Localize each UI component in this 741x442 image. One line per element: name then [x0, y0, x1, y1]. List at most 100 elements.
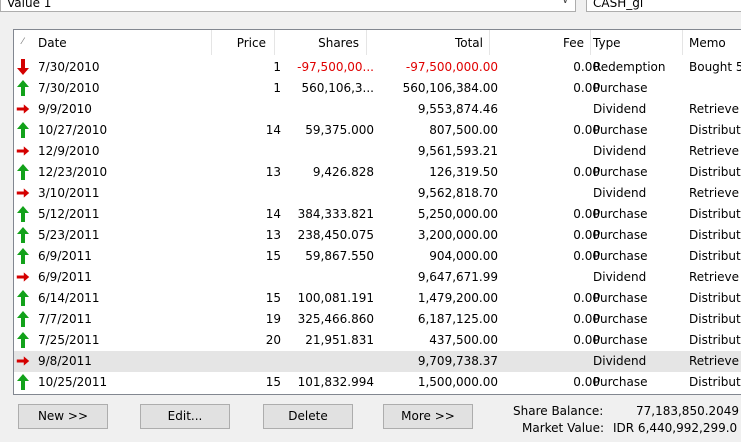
cell-type: Dividend [593, 102, 647, 116]
cell-type: Purchase [593, 375, 648, 389]
table-header: ⁄ Date Price Shares Total Fee Type Memo [14, 30, 741, 55]
cell-price: 14 [265, 123, 281, 137]
column-divider[interactable] [489, 30, 490, 55]
col-memo[interactable]: Memo [689, 36, 726, 50]
cell-type: Purchase [593, 228, 648, 242]
cell-price: 15 [265, 291, 281, 305]
cell-date: 5/23/2011 [38, 228, 100, 242]
column-divider[interactable] [274, 30, 275, 55]
col-total[interactable]: Total [455, 36, 483, 50]
cell-shares: 325,466.860 [297, 312, 374, 326]
cell-total: 9,562,818.70 [417, 186, 498, 200]
cell-total: 126,319.50 [429, 165, 498, 179]
cell-date: 5/12/2011 [38, 207, 100, 221]
cell-date: 12/23/2010 [38, 165, 108, 179]
cell-total: 9,553,874.46 [417, 102, 498, 116]
column-divider[interactable] [211, 30, 212, 55]
market-value-label: Market Value: [522, 421, 605, 435]
cell-type: Purchase [593, 249, 648, 263]
table-row[interactable]: 6/9/2011 15 59,867.550 904,000.00 0.00 Purcha… [14, 246, 741, 267]
cell-shares: 238,450.075 [297, 228, 374, 242]
cell-total: 1,500,000.00 [417, 375, 498, 389]
column-divider[interactable] [682, 30, 683, 55]
cell-price: 20 [265, 333, 281, 347]
cell-total: 560,106,384.00 [402, 81, 498, 95]
cell-type: Purchase [593, 165, 648, 179]
cell-shares: 59,867.550 [305, 249, 374, 263]
value-select[interactable]: Value 1 ∨ [0, 0, 576, 12]
edit-button[interactable]: Edit... [140, 404, 230, 429]
table-row[interactable]: 9/9/2010 9,553,874.46 Dividend Retrieve [14, 99, 741, 120]
cell-price: 13 [265, 228, 281, 242]
more-button[interactable]: More >> [383, 404, 473, 429]
col-type[interactable]: Type [593, 36, 621, 50]
cell-memo: Distribute [689, 165, 741, 179]
cell-memo: Distribute [689, 375, 741, 389]
cell-type: Dividend [593, 144, 647, 158]
cell-type: Dividend [593, 186, 647, 200]
cell-total: 904,000.00 [429, 249, 498, 263]
cell-total: 437,500.00 [429, 333, 498, 347]
market-value-value: IDR 6,440,992,299.0 [613, 421, 738, 435]
cell-memo: Distribute [689, 291, 741, 305]
cell-memo: Retrieve [689, 102, 740, 116]
table-row[interactable]: 6/9/2011 9,647,671.99 Dividend Retrieve [14, 267, 741, 288]
table-row[interactable]: 3/10/2011 9,562,818.70 Dividend Retrieve [14, 183, 741, 204]
account-select[interactable]: CASH_gl [586, 0, 741, 12]
table-row[interactable]: 5/12/2011 14 384,333.821 5,250,000.00 0.00 Pu… [14, 204, 741, 225]
column-divider[interactable] [366, 30, 367, 55]
cell-date: 6/9/2011 [38, 249, 92, 263]
cell-shares: 59,375.000 [305, 123, 374, 137]
cell-date: 6/14/2011 [38, 291, 100, 305]
cell-price: 14 [265, 207, 281, 221]
cell-memo: Distribute [689, 228, 741, 242]
cell-total: 9,561,593.21 [417, 144, 498, 158]
cell-total: -97,500,000.00 [405, 60, 498, 74]
cell-memo: Retrieve [689, 144, 740, 158]
new-button[interactable]: New >> [18, 404, 108, 429]
chevron-down-icon[interactable]: ∨ [562, 0, 569, 6]
table-row[interactable]: 6/14/2011 15 100,081.191 1,479,200.00 0.00 Pu… [14, 288, 741, 309]
cell-date: 6/9/2011 [38, 270, 92, 284]
transactions-table[interactable]: ⁄ Date Price Shares Total Fee Type Memo … [13, 29, 741, 395]
column-divider[interactable] [590, 30, 591, 55]
table-row[interactable]: 7/25/2011 20 21,951.831 437,500.00 0.00 Purch… [14, 330, 741, 351]
cell-date: 9/9/2010 [38, 102, 92, 116]
cell-shares: 100,081.191 [297, 291, 374, 305]
cell-price: 19 [265, 312, 281, 326]
table-row[interactable]: 10/27/2010 14 59,375.000 807,500.00 0.00 Purc… [14, 120, 741, 141]
value-select-text: Value 1 [7, 0, 52, 10]
table-row[interactable]: 10/25/2011 15 101,832.994 1,500,000.00 0.00 P… [14, 372, 741, 393]
cell-total: 9,709,738.37 [417, 354, 498, 368]
col-fee[interactable]: Fee [563, 36, 584, 50]
table-row[interactable]: 12/9/2010 9,561,593.21 Dividend Retrieve [14, 141, 741, 162]
cell-date: 7/30/2010 [38, 60, 100, 74]
cell-total: 5,250,000.00 [417, 207, 498, 221]
table-row[interactable]: 5/23/2011 13 238,450.075 3,200,000.00 0.00 Pu… [14, 225, 741, 246]
col-price[interactable]: Price [237, 36, 266, 50]
cell-price: 15 [265, 249, 281, 263]
cell-shares: -97,500,00... [297, 60, 374, 74]
cell-type: Purchase [593, 123, 648, 137]
cell-date: 9/8/2011 [38, 354, 92, 368]
cell-memo: Retrieve [689, 186, 740, 200]
cell-total: 9,647,671.99 [417, 270, 498, 284]
table-row[interactable]: 9/8/2011 9,709,738.37 Dividend Retrieve [14, 351, 741, 372]
cell-date: 3/10/2011 [38, 186, 100, 200]
table-row[interactable]: 7/30/2010 1 560,106,3... 560,106,384.00 0.00… [14, 78, 741, 99]
table-row[interactable]: 7/7/2011 19 325,466.860 6,187,125.00 0.00 Pur… [14, 309, 741, 330]
account-select-text: CASH_gl [593, 0, 644, 10]
cell-price: 13 [265, 165, 281, 179]
cell-memo: Distribute [689, 312, 741, 326]
cell-type: Redemption [593, 60, 666, 74]
delete-button[interactable]: Delete [263, 404, 353, 429]
table-row[interactable]: 12/23/2010 13 9,426.828 126,319.50 0.00 Purch… [14, 162, 741, 183]
col-date[interactable]: Date [38, 36, 67, 50]
col-shares[interactable]: Shares [318, 36, 359, 50]
cell-type: Purchase [593, 81, 648, 95]
cell-type: Purchase [593, 291, 648, 305]
table-row[interactable]: 7/30/2010 1 -97,500,00... -97,500,000.00 0.0… [14, 57, 741, 78]
cell-total: 1,479,200.00 [417, 291, 498, 305]
cell-price: 1 [273, 81, 281, 95]
cell-shares: 9,426.828 [312, 165, 374, 179]
